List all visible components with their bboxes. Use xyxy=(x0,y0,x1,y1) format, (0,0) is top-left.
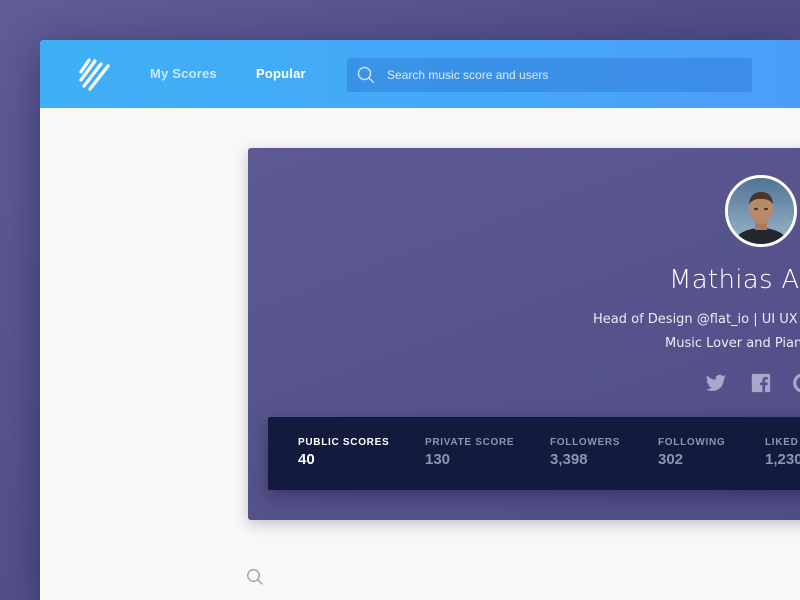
stat-public-scores[interactable]: PUBLIC SCORES 40 xyxy=(298,437,389,468)
stat-label: FOLLOWERS xyxy=(550,437,621,448)
stat-label: PRIVATE SCORE xyxy=(425,437,515,448)
stat-following[interactable]: FOLLOWING 302 xyxy=(658,437,725,468)
stat-label: LIKED xyxy=(765,437,799,448)
circle-icon[interactable] xyxy=(792,372,800,394)
profile-bio-line-2: Music Lover and Pian xyxy=(665,336,800,351)
search-box[interactable] xyxy=(347,58,752,92)
profile-name: Mathias Ac xyxy=(669,265,800,295)
avatar-photo xyxy=(728,178,794,244)
profile-card: Mathias Ac Head of Design @flat_io | UI … xyxy=(248,148,800,520)
stat-liked[interactable]: LIKED 1,230 xyxy=(765,437,800,468)
stat-value: 302 xyxy=(658,451,684,468)
stats-bar: PUBLIC SCORES 40 PRIVATE SCORE 130 FOLLO… xyxy=(268,417,800,490)
stat-value: 3,398 xyxy=(550,451,588,468)
stat-value: 1,230 xyxy=(765,451,800,468)
search-icon xyxy=(357,66,375,84)
stat-value: 130 xyxy=(425,451,451,468)
stat-private-score[interactable]: PRIVATE SCORE 130 xyxy=(425,437,514,468)
score-search-icon[interactable] xyxy=(246,568,264,586)
nav-my-scores-link[interactable]: My Scores xyxy=(150,66,217,81)
stat-label: FOLLOWING xyxy=(658,437,726,448)
facebook-icon[interactable] xyxy=(750,372,772,394)
stat-value: 40 xyxy=(298,451,315,468)
search-input[interactable] xyxy=(387,58,742,92)
profile-bio-line-1: Head of Design @flat_io | UI UX xyxy=(593,312,798,327)
top-navigation-bar: My Scores Popular xyxy=(40,40,800,108)
flat-logo-icon[interactable] xyxy=(78,58,112,92)
stat-label: PUBLIC SCORES xyxy=(298,437,390,448)
app-window: My Scores Popular Search music score and… xyxy=(40,40,800,600)
nav-popular-link[interactable]: Popular xyxy=(256,66,306,81)
stat-followers[interactable]: FOLLOWERS 3,398 xyxy=(550,437,620,468)
avatar[interactable] xyxy=(725,175,797,247)
twitter-icon[interactable] xyxy=(705,372,727,394)
